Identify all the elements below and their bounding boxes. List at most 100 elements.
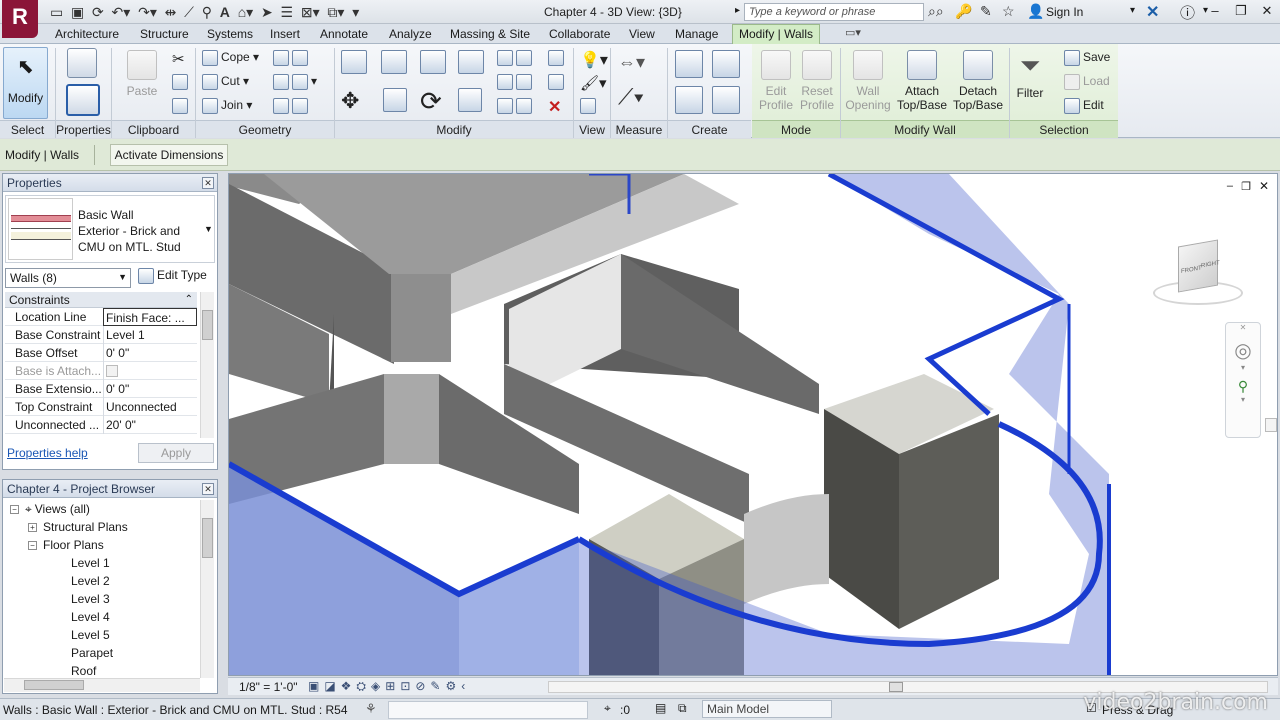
sign-in-button[interactable]: Sign In [1046,5,1083,19]
binoculars-icon[interactable]: ⌕⌕ [928,3,944,20]
modify-button[interactable]: ⬉ Modify [3,47,48,119]
load-selection-button[interactable]: Load [1064,74,1110,90]
edit-selection-button[interactable]: Edit [1064,98,1104,114]
split-face-icon[interactable] [273,50,311,66]
edit-type-button[interactable]: Edit Type [138,268,207,284]
filter-button[interactable]: ⏷ Filter [1012,50,1048,100]
view-control-icons[interactable]: ▣◪❖⛭◈⊞⊡⊘✎⚙‹ [308,679,470,694]
apply-button[interactable]: Apply [138,443,214,463]
scale-icon[interactable] [497,98,535,114]
tree-item-level-2[interactable]: Level 2 [71,572,110,590]
create-assembly-icon[interactable] [675,50,706,78]
properties-close-icon[interactable]: ✕ [202,177,214,189]
trim-extend-icon[interactable] [458,88,485,112]
project-browser-close-icon[interactable]: ✕ [202,483,214,495]
tree-item-parapet[interactable]: Parapet [71,644,113,662]
tab-collaborate[interactable]: Collaborate [549,27,610,41]
sync-icon[interactable]: ⟳ [92,4,104,20]
ribbon-minimize-icon[interactable]: ▭▾ [845,26,861,39]
search-input[interactable]: Type a keyword or phrase [744,3,924,21]
scrollbar-thumb[interactable] [202,518,213,558]
properties-scrollbar[interactable] [200,292,214,438]
editable-only-icon[interactable]: ▤ [655,701,666,715]
minimize-icon[interactable]: – [1202,0,1228,22]
property-value[interactable]: Finish Face: ... [103,308,197,326]
collapse-toggle-icon[interactable]: − [10,505,19,515]
save-selection-button[interactable]: Save [1064,50,1110,66]
reset-profile-button[interactable]: Reset Profile [797,50,837,112]
property-row[interactable]: Base Extensio... 0' 0" [5,380,197,398]
sign-in-dropdown-icon[interactable]: ▾ [1130,5,1135,16]
restore-icon[interactable]: ❐ [1228,0,1254,22]
create-group-icon[interactable] [712,86,743,114]
dimension-qat-icon[interactable]: ⟋ [184,4,194,20]
attach-top-base-button[interactable]: Attach Top/Base [895,50,949,112]
move-icon[interactable]: ✥ [341,88,359,114]
browser-horizontal-scrollbar[interactable] [4,678,200,692]
communication-icon[interactable]: ✎ [980,3,992,20]
rotate-icon[interactable]: ⟳ [420,86,442,117]
property-row[interactable]: Unconnected ... 20' 0" [5,416,197,434]
match-type-icon[interactable] [172,98,191,114]
viewcube[interactable]: FRONT RIGHT [1153,239,1243,309]
thin-lines-qat-icon[interactable]: ☰ [281,4,294,20]
join-button[interactable]: Join ▾ [202,98,252,114]
mirror-pick-axis-icon[interactable] [420,50,449,74]
section-qat-icon[interactable]: ➤ [261,4,273,20]
properties-toggle-button[interactable] [63,84,103,120]
tab-modify-walls[interactable]: Modify | Walls [732,24,821,45]
tag-qat-icon[interactable]: ⚲ [202,4,212,20]
text-qat-icon[interactable]: A [220,4,230,20]
wall-opening-button[interactable]: Wall Opening [845,50,891,112]
property-row[interactable]: Top Constraint Unconnected [5,398,197,416]
exchange-apps-icon[interactable]: ✕ [1146,2,1159,22]
application-menu-button[interactable]: R [2,0,38,38]
model-3d-walls[interactable] [229,174,1278,676]
property-value[interactable]: Level 1 [103,326,197,344]
view-close-icon[interactable]: ✕ [1259,179,1269,193]
tree-item-level-4[interactable]: Level 4 [71,608,110,626]
pin-icon[interactable] [548,50,567,66]
browser-vertical-scrollbar[interactable] [200,500,214,678]
array-icon[interactable] [497,74,535,90]
properties-help-link[interactable]: Properties help [7,446,88,460]
cut-geometry-button[interactable]: Cut ▾ [202,74,249,90]
worksets-icon[interactable]: ⚘ [365,701,377,717]
property-row[interactable]: Base Offset 0' 0" [5,344,197,362]
collapse-toggle-icon[interactable]: − [28,541,37,551]
tab-massing-site[interactable]: Massing & Site [450,27,530,41]
tab-analyze[interactable]: Analyze [389,27,432,41]
tab-architecture[interactable]: Architecture [55,27,119,41]
qat-dropdown-icon[interactable]: ▾ [352,4,359,20]
tree-item-views-all[interactable]: − ⌖ Views (all) [10,500,90,518]
chevron-down-icon[interactable]: ▾ [1226,363,1260,372]
undo-icon[interactable]: ↶ [112,4,124,20]
paint-icon[interactable] [273,98,311,114]
create-parts-icon[interactable] [675,86,706,114]
measure-between-icon[interactable]: ⇔▾ [618,52,645,73]
design-options-icon[interactable]: ⧉ [678,701,687,716]
edit-profile-button[interactable]: Edit Profile [756,50,796,112]
type-selector-dropdown-icon[interactable]: ▼ [204,224,213,234]
base-attached-checkbox[interactable] [106,365,118,377]
copy-icon[interactable] [383,88,410,112]
tree-item-floor-plans[interactable]: − Floor Plans [28,536,104,554]
switch-windows-qat-icon[interactable]: ⧉ [327,4,337,20]
property-row[interactable]: Location Line Finish Face: ... [5,308,197,326]
view-scroll-thumb[interactable] [1265,418,1277,432]
align-icon[interactable] [341,50,370,74]
subscription-icon[interactable]: 🔑 [955,3,972,20]
activate-dimensions-button[interactable]: Activate Dimensions [110,144,228,166]
3d-view-canvas[interactable]: – ❐ ✕ FRONT RIGHT ✕ ◎ ▾ ⚲ ▾ [228,173,1278,676]
tab-view[interactable]: View [629,27,655,41]
tab-systems[interactable]: Systems [207,27,253,41]
view-minimize-icon[interactable]: – [1227,180,1233,192]
tree-item-level-1[interactable]: Level 1 [71,554,110,572]
design-option-select[interactable]: Main Model [702,700,832,718]
aligned-dimension-icon[interactable]: ⟋▾ [618,84,644,110]
selection-filter-icon[interactable]: ⌖ [604,701,611,716]
property-value[interactable] [103,362,197,380]
tree-item-level-3[interactable]: Level 3 [71,590,110,608]
help-icon[interactable]: ⓘ [1180,2,1195,23]
split-icon[interactable] [497,50,535,66]
